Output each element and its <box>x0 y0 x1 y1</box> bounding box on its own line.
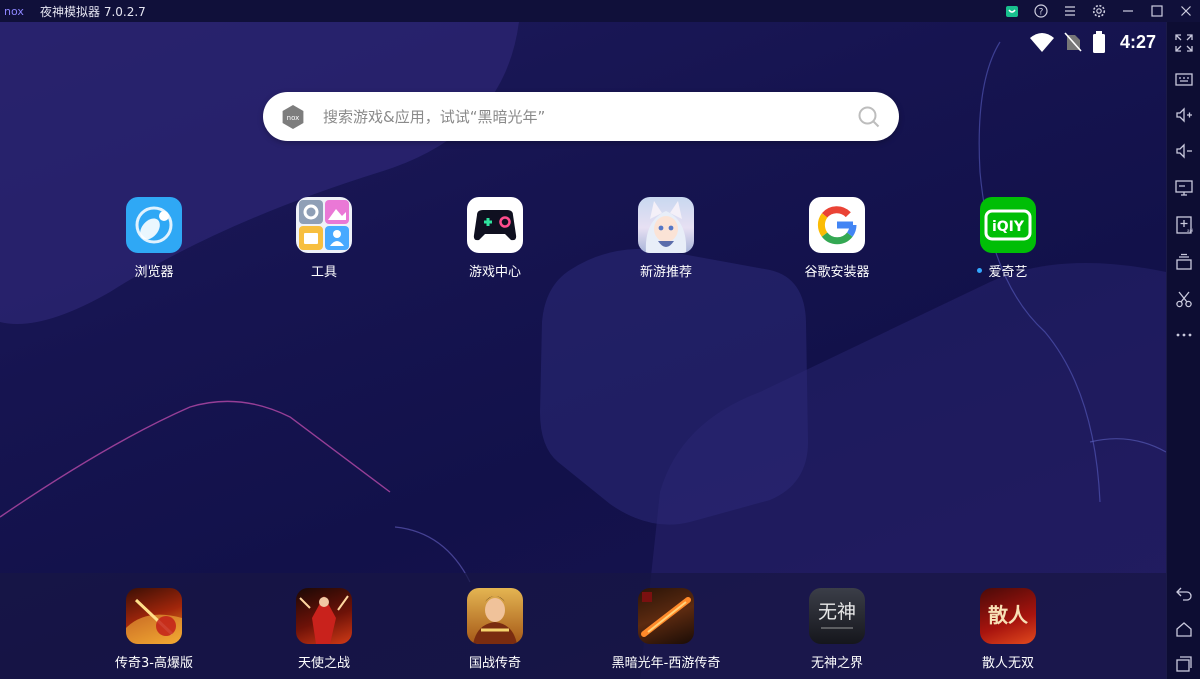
android-home-screen: 4:27 nox 搜索游戏&应用，试试“黑暗光年” 浏览器 工具 游戏中心 新游… <box>0 22 1166 679</box>
volume-down-icon[interactable] <box>1167 136 1200 166</box>
fullscreen-icon[interactable] <box>1167 28 1200 58</box>
app-label: 天使之战 <box>297 656 350 671</box>
more-icon[interactable] <box>1167 320 1200 350</box>
tools-icon <box>296 197 352 253</box>
dark-lightyear-game-icon <box>638 588 694 644</box>
volume-up-icon[interactable] <box>1167 100 1200 130</box>
search-bar[interactable]: nox 搜索游戏&应用，试试“黑暗光年” <box>263 92 899 141</box>
keyboard-icon[interactable] <box>1167 64 1200 94</box>
svg-text:散人: 散人 <box>988 603 1029 627</box>
app-label: 传奇3-高爆版 <box>115 656 193 671</box>
clock: 4:27 <box>1119 31 1156 52</box>
recent-apps-icon[interactable] <box>1167 649 1200 679</box>
app-label: 谷歌安装器 <box>804 265 870 280</box>
iqiyi-icon: iQIY <box>980 197 1036 253</box>
app-game-center[interactable]: 游戏中心 <box>430 197 560 280</box>
menu-icon[interactable] <box>1055 0 1084 22</box>
dock-app-sanren[interactable]: 散人 散人无双 <box>943 588 1073 671</box>
app-label: 爱奇艺 <box>977 261 1028 280</box>
svg-text:nox: nox <box>287 114 300 122</box>
wushen-game-icon: 无神 <box>809 588 865 644</box>
emulator-toolbar: apk <box>1166 22 1200 679</box>
wifi-icon <box>1029 33 1054 52</box>
app-tools[interactable]: 工具 <box>259 197 389 280</box>
maximize-icon[interactable] <box>1142 0 1171 22</box>
app-label: 工具 <box>310 265 337 280</box>
new-badge-dot <box>977 268 983 273</box>
battery-icon <box>1092 31 1105 53</box>
game-center-icon <box>467 197 523 253</box>
google-installer-icon <box>809 197 865 253</box>
app-label: 浏览器 <box>134 265 174 280</box>
app-label: 无神之界 <box>810 656 863 671</box>
svg-text:无神: 无神 <box>818 601 856 623</box>
dock-app-guozhan-legend[interactable]: 国战传奇 <box>430 588 560 671</box>
search-icon[interactable] <box>849 97 889 137</box>
minimize-icon[interactable] <box>1113 0 1142 22</box>
window-title: 夜神模拟器 7.0.2.7 <box>40 4 146 19</box>
app-label: 黑暗光年-西游传奇 <box>611 656 721 671</box>
nox-search-logo-icon: nox <box>282 104 304 129</box>
help-icon[interactable]: ? <box>1026 0 1055 22</box>
dock: 传奇3-高爆版 天使之战 国战传奇 黑暗光年-西游传奇 无神 无神之界 散人 散… <box>0 573 1166 679</box>
browser-icon <box>126 197 182 253</box>
app-browser[interactable]: 浏览器 <box>89 197 219 280</box>
app-label: 新游推荐 <box>639 265 692 280</box>
guozhan-legend-game-icon <box>467 588 523 644</box>
app-iqiyi[interactable]: iQIY 爱奇艺 <box>943 197 1073 280</box>
search-placeholder: 搜索游戏&应用，试试“黑暗光年” <box>323 108 546 126</box>
app-label: 散人无双 <box>981 656 1034 671</box>
back-icon[interactable] <box>1167 578 1200 608</box>
settings-icon[interactable] <box>1084 0 1113 22</box>
close-icon[interactable] <box>1171 0 1200 22</box>
app-google-installer[interactable]: 谷歌安装器 <box>772 197 902 280</box>
home-icon[interactable] <box>1167 614 1200 644</box>
legend3-game-icon <box>126 588 182 644</box>
dock-app-angel-war[interactable]: 天使之战 <box>259 588 389 671</box>
angel-war-game-icon <box>296 588 352 644</box>
apk-install-icon[interactable]: apk <box>1167 210 1200 240</box>
svg-text:iQIY: iQIY <box>992 219 1025 235</box>
new-games-icon <box>638 197 694 253</box>
svg-text:?: ? <box>1038 8 1043 18</box>
title-bar: nox 夜神模拟器 7.0.2.7 ? <box>0 0 1200 22</box>
multi-instance-icon[interactable] <box>1167 247 1200 277</box>
svg-text:apk: apk <box>1187 228 1193 233</box>
dock-app-wushen[interactable]: 无神 无神之界 <box>772 588 902 671</box>
no-sim-icon <box>1064 32 1082 52</box>
app-label: 国战传奇 <box>468 656 521 671</box>
dock-app-legend3[interactable]: 传奇3-高爆版 <box>89 588 219 671</box>
store-icon[interactable] <box>997 0 1026 22</box>
app-label: 游戏中心 <box>468 265 521 280</box>
sanren-game-icon: 散人 <box>980 588 1036 644</box>
status-bar: 4:27 <box>1029 30 1156 54</box>
scissors-icon[interactable] <box>1167 284 1200 314</box>
app-new-games[interactable]: 新游推荐 <box>601 197 731 280</box>
screen-icon[interactable] <box>1167 173 1200 203</box>
dock-app-dark-lightyear[interactable]: 黑暗光年-西游传奇 <box>601 588 731 671</box>
svg-text:nox: nox <box>4 5 24 17</box>
nox-logo: nox <box>4 4 32 18</box>
